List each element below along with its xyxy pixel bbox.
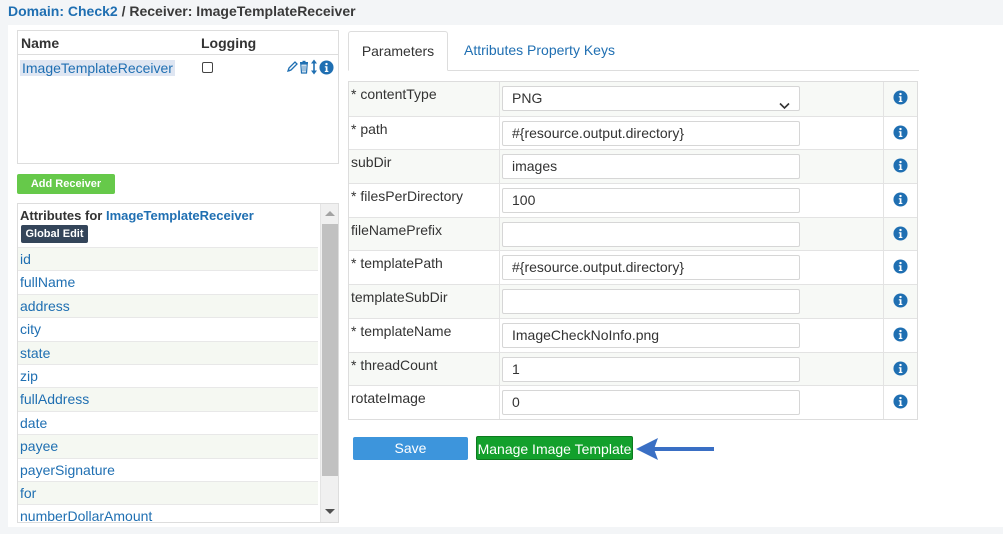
- param-cell: ImageCheckNoInfo.png: [499, 318, 884, 352]
- info-icon[interactable]: [893, 327, 908, 345]
- manage-image-template-button[interactable]: Manage Image Template: [476, 436, 633, 460]
- template-subdir-input[interactable]: [502, 289, 800, 315]
- updown-arrow-icon[interactable]: [310, 59, 318, 75]
- param-row: templateSubDir: [349, 284, 917, 318]
- param-cell: images: [499, 150, 884, 184]
- attribute-item[interactable]: state: [18, 340, 318, 364]
- info-icon[interactable]: [893, 360, 908, 379]
- param-label: subDir: [351, 154, 392, 171]
- info-icon[interactable]: [893, 125, 908, 143]
- attributes-receiver-name: ImageTemplateReceiver: [105, 208, 254, 223]
- save-button[interactable]: Save: [353, 437, 468, 460]
- param-label: * threadCount: [351, 356, 438, 373]
- attribute-item[interactable]: payee: [18, 434, 318, 458]
- column-header-logging: Logging: [201, 35, 257, 51]
- param-cell: 1: [499, 352, 884, 386]
- add-receiver-button[interactable]: Add Receiver: [17, 174, 115, 194]
- param-row: * filesPerDirectory 100: [349, 183, 917, 217]
- receiver-row[interactable]: ImageTemplateReceiver: [18, 55, 338, 81]
- info-icon[interactable]: [893, 259, 908, 277]
- param-label: rotateImage: [351, 390, 426, 407]
- info-icon[interactable]: [893, 394, 908, 412]
- info-icon[interactable]: [319, 59, 334, 75]
- rotate-image-input[interactable]: 0: [502, 390, 800, 416]
- attribute-item[interactable]: fullAddress: [18, 387, 318, 411]
- receivers-header: Name Logging: [18, 31, 338, 55]
- param-cell: PNG: [499, 82, 884, 116]
- attributes-panel: Attributes for ImageTemplateReceiver Glo…: [17, 203, 339, 523]
- global-edit-button[interactable]: Global Edit: [21, 225, 88, 243]
- content-type-select[interactable]: PNG: [502, 86, 800, 111]
- scroll-up-arrow-icon[interactable]: [325, 211, 335, 216]
- param-row: * contentType PNG: [349, 82, 917, 116]
- attribute-item[interactable]: payerSignature: [18, 457, 318, 481]
- attributes-list: id fullName address city state zip fullA…: [18, 247, 318, 522]
- breadcrumb-domain[interactable]: Domain: Check2: [8, 3, 118, 19]
- param-row: * threadCount 1: [349, 351, 917, 386]
- param-cell: [499, 217, 884, 251]
- attributes-title-prefix: Attributes for: [20, 208, 106, 223]
- attribute-item[interactable]: numberDollarAmount: [18, 504, 318, 522]
- param-row: fileNamePrefix: [349, 216, 917, 251]
- template-path-input[interactable]: #{resource.output.directory}: [502, 255, 800, 281]
- param-cell: 100: [499, 184, 884, 217]
- attribute-item[interactable]: id: [18, 247, 318, 271]
- tab-bar: Parameters Attributes Property Keys: [348, 31, 919, 71]
- chevron-down-icon: [779, 94, 790, 110]
- template-name-input[interactable]: ImageCheckNoInfo.png: [502, 322, 800, 348]
- param-cell: #{resource.output.directory}: [499, 116, 884, 150]
- tab-attributes-property-keys[interactable]: Attributes Property Keys: [464, 31, 615, 71]
- param-row: * templatePath #{resource.output.directo…: [349, 250, 917, 285]
- attribute-item[interactable]: address: [18, 293, 318, 318]
- attribute-item[interactable]: city: [18, 317, 318, 340]
- attribute-item[interactable]: zip: [18, 363, 318, 387]
- files-per-directory-input[interactable]: 100: [502, 188, 800, 214]
- attributes-scrollbar[interactable]: [320, 204, 338, 522]
- param-label: * contentType: [351, 86, 437, 102]
- arrow-left-icon: [634, 434, 716, 467]
- param-label: * templateName: [351, 322, 452, 339]
- info-icon[interactable]: [893, 158, 908, 176]
- file-name-prefix-input[interactable]: [502, 221, 800, 247]
- pencil-icon[interactable]: [286, 60, 298, 74]
- receiver-actions: [286, 59, 334, 75]
- receivers-table: Name Logging ImageTemplateReceiver: [17, 30, 339, 164]
- subdir-input[interactable]: images: [502, 154, 800, 180]
- attributes-title: Attributes for ImageTemplateReceiver: [20, 208, 254, 223]
- attribute-item[interactable]: for: [18, 480, 318, 505]
- scroll-down-arrow-icon[interactable]: [325, 509, 335, 514]
- column-header-name: Name: [21, 35, 60, 51]
- attribute-item[interactable]: date: [18, 410, 318, 434]
- param-label: * filesPerDirectory: [351, 188, 464, 205]
- param-cell: #{resource.output.directory}: [499, 251, 884, 285]
- param-row: * path #{resource.output.directory}: [349, 115, 917, 150]
- info-icon[interactable]: [893, 226, 908, 244]
- tab-parameters[interactable]: Parameters: [348, 31, 448, 71]
- param-label: * templatePath: [351, 255, 443, 272]
- param-row: * templateName ImageCheckNoInfo.png: [349, 317, 917, 352]
- info-icon[interactable]: [893, 192, 908, 210]
- param-label: * path: [351, 120, 388, 137]
- main-panel: Name Logging ImageTemplateReceiver Add R…: [8, 25, 1003, 527]
- param-cell: [499, 285, 884, 318]
- param-label: fileNamePrefix: [351, 221, 443, 238]
- breadcrumb: Domain: Check2 / Receiver: ImageTemplate…: [8, 3, 356, 19]
- info-icon[interactable]: [893, 293, 908, 311]
- param-cell: 0: [499, 386, 884, 419]
- scroll-thumb[interactable]: [322, 224, 338, 476]
- param-row: subDir images: [349, 149, 917, 184]
- receiver-name[interactable]: ImageTemplateReceiver: [20, 60, 175, 76]
- path-input[interactable]: #{resource.output.directory}: [502, 120, 800, 146]
- parameters-table: * contentType PNG * path #{resource.outp…: [348, 81, 918, 420]
- param-row: rotateImage 0: [349, 385, 917, 419]
- logging-checkbox[interactable]: [202, 62, 213, 73]
- param-label: templateSubDir: [351, 289, 448, 306]
- select-value: PNG: [512, 90, 543, 106]
- breadcrumb-receiver: Receiver: ImageTemplateReceiver: [129, 3, 356, 19]
- breadcrumb-separator: /: [117, 3, 130, 19]
- info-icon[interactable]: [893, 90, 908, 108]
- trash-icon[interactable]: [299, 60, 309, 74]
- thread-count-input[interactable]: 1: [502, 356, 800, 382]
- attribute-item[interactable]: fullName: [18, 270, 318, 293]
